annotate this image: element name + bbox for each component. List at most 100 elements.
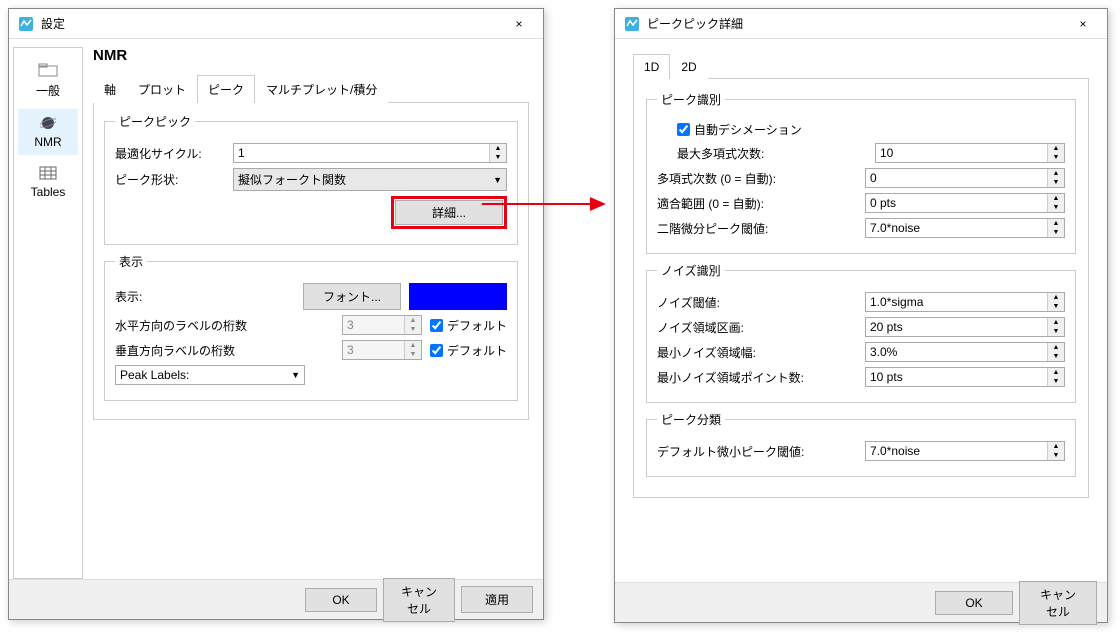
- shape-combo[interactable]: 擬似フォークト関数 ▼: [233, 168, 507, 191]
- close-button[interactable]: ×: [497, 10, 541, 38]
- noise-threshold-label: ノイズ閾値:: [657, 294, 857, 311]
- sidebar-item-label: NMR: [34, 135, 61, 149]
- noise-threshold-input[interactable]: [866, 293, 1047, 311]
- titlebar: 設定 ×: [9, 9, 543, 39]
- default-tiny-spinner[interactable]: ▲▼: [865, 441, 1065, 461]
- tab-1d[interactable]: 1D: [633, 54, 670, 79]
- default-tiny-input[interactable]: [866, 442, 1047, 460]
- font-button[interactable]: フォント...: [303, 283, 401, 310]
- spin-down-icon[interactable]: ▼: [1048, 451, 1064, 460]
- spin-up-icon: ▲: [405, 316, 421, 325]
- secondderiv-input[interactable]: [866, 219, 1047, 237]
- auto-decimation-checkbox[interactable]: 自動デシメーション: [677, 121, 802, 138]
- shape-value: 擬似フォークト関数: [238, 171, 489, 188]
- spin-up-icon[interactable]: ▲: [1048, 169, 1064, 178]
- spin-up-icon[interactable]: ▲: [490, 144, 506, 153]
- table-icon: [38, 165, 58, 181]
- spin-up-icon[interactable]: ▲: [1048, 219, 1064, 228]
- peak-classify-legend: ピーク分類: [657, 411, 725, 428]
- optcycle-spinner[interactable]: ▲▼: [233, 143, 507, 163]
- detail-button[interactable]: 詳細...: [395, 200, 503, 225]
- default-tiny-label: デフォルト微小ピーク閾値:: [657, 443, 857, 460]
- cancel-button[interactable]: キャンセル: [383, 578, 455, 622]
- tab-plot[interactable]: プロット: [127, 75, 197, 103]
- noise-region-input[interactable]: [866, 318, 1047, 336]
- ok-button[interactable]: OK: [305, 588, 377, 612]
- spin-up-icon[interactable]: ▲: [1048, 293, 1064, 302]
- spin-down-icon[interactable]: ▼: [490, 153, 506, 162]
- apply-button[interactable]: 適用: [461, 586, 533, 613]
- cancel-button[interactable]: キャンセル: [1019, 581, 1097, 625]
- tab-bar: 1D 2D: [633, 53, 1089, 79]
- spin-down-icon[interactable]: ▼: [1048, 302, 1064, 311]
- noise-region-spinner[interactable]: ▲▼: [865, 317, 1065, 337]
- noise-ident-group: ノイズ識別 ノイズ閾値: ▲▼ ノイズ領域区画: ▲▼ 最小ノ: [646, 262, 1076, 403]
- dialog-title: 設定: [41, 15, 497, 32]
- settings-dialog: 設定 × 一般 NMR Tables NMR 軸 プロット ピーク: [8, 8, 544, 620]
- close-icon: ×: [515, 17, 522, 31]
- close-icon: ×: [1079, 17, 1086, 31]
- sidebar-item-tables[interactable]: Tables: [18, 159, 78, 205]
- vdigits-label: 垂直方向ラベルの桁数: [115, 342, 265, 359]
- secondderiv-spinner[interactable]: ▲▼: [865, 218, 1065, 238]
- noise-region-label: ノイズ領域区画:: [657, 319, 857, 336]
- tab-2d[interactable]: 2D: [670, 54, 707, 79]
- content-area: NMR 軸 プロット ピーク マルチプレット/積分 ピークピック 最適化サイクル…: [83, 47, 533, 579]
- spin-down-icon[interactable]: ▼: [1048, 377, 1064, 386]
- hdigits-input: [343, 316, 404, 334]
- spin-up-icon[interactable]: ▲: [1048, 343, 1064, 352]
- spin-down-icon[interactable]: ▼: [1048, 352, 1064, 361]
- peakpick-group: ピークピック 最適化サイクル: ▲▼ ピーク形状: 擬似フォークト関数 ▼: [104, 113, 518, 245]
- peakpick-legend: ピークピック: [115, 113, 195, 130]
- sidebar: 一般 NMR Tables: [13, 47, 83, 579]
- spin-down-icon[interactable]: ▼: [1048, 178, 1064, 187]
- noise-minwidth-spinner[interactable]: ▲▼: [865, 342, 1065, 362]
- spin-up-icon[interactable]: ▲: [1048, 318, 1064, 327]
- display-legend: 表示: [115, 253, 147, 270]
- hdigits-spinner: ▲▼: [342, 315, 422, 335]
- peaklabels-combo[interactable]: Peak Labels: ▼: [115, 365, 305, 385]
- spin-up-icon[interactable]: ▲: [1048, 368, 1064, 377]
- spin-down-icon[interactable]: ▼: [1048, 153, 1064, 162]
- peak-classify-group: ピーク分類 デフォルト微小ピーク閾値: ▲▼: [646, 411, 1076, 477]
- maxpoly-spinner[interactable]: ▲▼: [875, 143, 1065, 163]
- spin-down-icon: ▼: [405, 325, 421, 334]
- vdigits-input: [343, 341, 404, 359]
- titlebar: ピークピック詳細 ×: [615, 9, 1107, 39]
- noise-threshold-spinner[interactable]: ▲▼: [865, 292, 1065, 312]
- spin-up-icon[interactable]: ▲: [1048, 194, 1064, 203]
- noise-minwidth-input[interactable]: [866, 343, 1047, 361]
- ok-button[interactable]: OK: [935, 591, 1013, 615]
- tab-peak[interactable]: ピーク: [197, 75, 255, 103]
- app-icon: [623, 15, 641, 33]
- noise-minpoints-spinner[interactable]: ▲▼: [865, 367, 1065, 387]
- fitrange-input[interactable]: [866, 194, 1047, 212]
- noise-minpoints-input[interactable]: [866, 368, 1047, 386]
- hdigits-label: 水平方向のラベルの桁数: [115, 317, 265, 334]
- fitrange-spinner[interactable]: ▲▼: [865, 193, 1065, 213]
- spin-down-icon[interactable]: ▼: [1048, 327, 1064, 336]
- close-button[interactable]: ×: [1061, 10, 1105, 38]
- vdigits-default-checkbox[interactable]: デフォルト: [430, 342, 507, 359]
- spin-up-icon[interactable]: ▲: [1048, 442, 1064, 451]
- spin-up-icon[interactable]: ▲: [1048, 144, 1064, 153]
- sidebar-item-general[interactable]: 一般: [18, 56, 78, 105]
- poly-spinner[interactable]: ▲▼: [865, 168, 1065, 188]
- spin-down-icon[interactable]: ▼: [1048, 228, 1064, 237]
- folder-icon: [38, 62, 58, 78]
- optcycle-input[interactable]: [234, 144, 489, 162]
- poly-input[interactable]: [866, 169, 1047, 187]
- spin-down-icon[interactable]: ▼: [1048, 203, 1064, 212]
- app-icon: [17, 15, 35, 33]
- secondderiv-label: 二階微分ピーク閾値:: [657, 220, 857, 237]
- tab-axis[interactable]: 軸: [93, 75, 127, 103]
- sidebar-item-nmr[interactable]: NMR: [18, 109, 78, 155]
- maxpoly-input[interactable]: [876, 144, 1047, 162]
- tab-panel-peak: ピークピック 最適化サイクル: ▲▼ ピーク形状: 擬似フォークト関数 ▼: [93, 103, 529, 420]
- tab-multiplet[interactable]: マルチプレット/積分: [255, 75, 388, 103]
- dialog-footer: OK キャンセル: [615, 582, 1107, 622]
- color-button[interactable]: 色の設定: [409, 283, 507, 310]
- sidebar-item-label: Tables: [31, 185, 66, 199]
- hdigits-default-checkbox[interactable]: デフォルト: [430, 317, 507, 334]
- optcycle-label: 最適化サイクル:: [115, 145, 225, 162]
